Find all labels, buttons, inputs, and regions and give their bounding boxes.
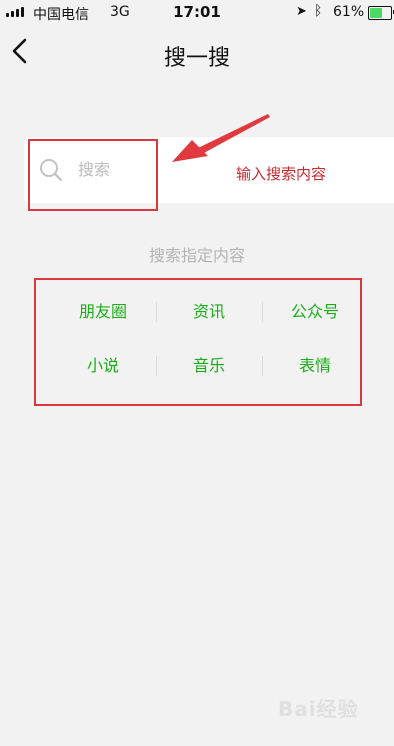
category-moments[interactable]: 朋友圈 (50, 298, 156, 322)
category-row: 朋友圈 资讯 公众号 (50, 288, 370, 342)
status-bar: 中国电信 3G 17:01 ➤ ᛒ 61% (0, 0, 394, 26)
category-music[interactable]: 音乐 (156, 352, 262, 376)
category-news[interactable]: 资讯 (156, 298, 262, 322)
annotation-text: 输入搜索内容 (236, 165, 327, 183)
category-official-accounts[interactable]: 公众号 (262, 298, 368, 322)
category-stickers[interactable]: 表情 (262, 352, 368, 376)
category-grid: 朋友圈 资讯 公众号 小说 音乐 表情 (50, 288, 370, 396)
section-label: 搜索指定内容 (148, 246, 245, 265)
battery-percent: 61% (333, 4, 365, 20)
category-novels[interactable]: 小说 (50, 352, 156, 376)
search-highlight-box (28, 139, 158, 211)
baidu-jingyan-watermark: Bai经验 (278, 697, 359, 721)
annotation-arrow (172, 114, 270, 162)
category-row: 小说 音乐 表情 (50, 342, 370, 396)
page-title: 搜一搜 (163, 46, 230, 71)
bluetooth-icon: ᛒ (314, 3, 323, 19)
location-arrow-icon: ➤ (296, 4, 307, 19)
battery-icon (368, 6, 394, 20)
nav-bar: 搜一搜 (0, 28, 394, 78)
